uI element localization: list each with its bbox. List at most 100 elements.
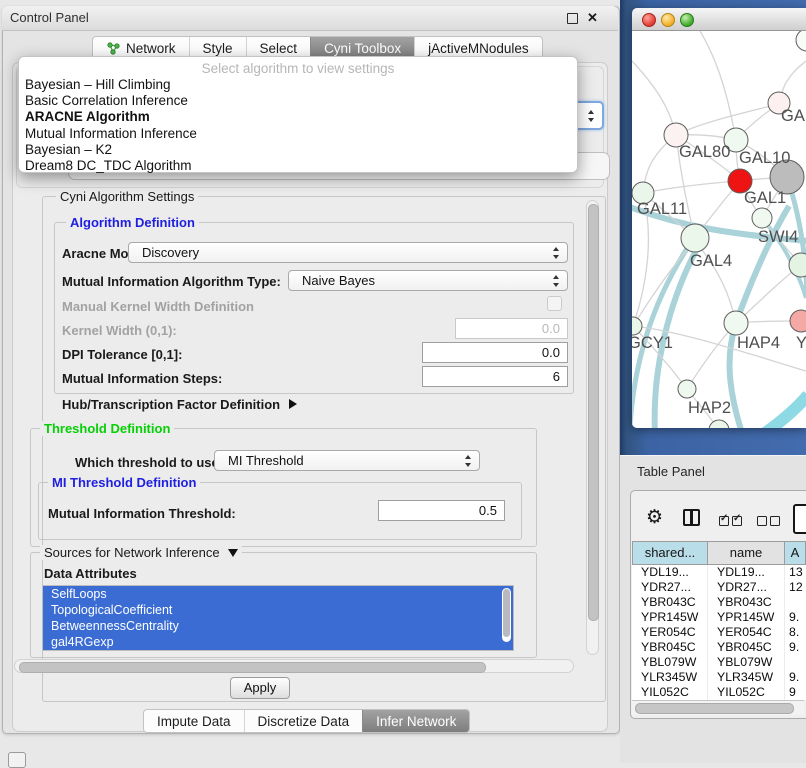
table-cell[interactable]: YDL19... [632,565,708,580]
table-row[interactable]: YDR27...YDR27...12 [632,580,806,595]
table-cell[interactable] [785,655,806,670]
dpi-tolerance-label: DPI Tolerance [0,1]: [62,347,182,362]
table-cell[interactable]: YLR345W [708,670,785,685]
control-panel-titlebar[interactable] [2,6,618,31]
table-row[interactable]: YPR145WYPR145W9. [632,610,806,625]
table-cell[interactable]: YDR27... [708,580,785,595]
table-row[interactable]: YBL079WYBL079W [632,655,806,670]
algorithm-option[interactable]: Mutual Information Inference [19,126,577,142]
select-all-columns-icon[interactable] [719,513,745,531]
network-node-SWI4[interactable] [752,208,772,228]
control-panel-title: Control Panel [10,10,89,25]
settings-vertical-scrollbar[interactable] [586,200,599,655]
mi-threshold-field[interactable]: 0.5 [378,500,505,521]
attribute-item-selected[interactable]: TopologicalCoefficient [43,602,513,618]
close-icon[interactable]: ✕ [587,10,598,26]
table-row[interactable]: YIL052CYIL052C9 [632,685,806,700]
network-node-label: GAL11 [637,200,687,218]
minimize-traffic-light-icon[interactable] [661,13,675,27]
table-cell[interactable]: YPR145W [708,610,785,625]
network-node-label: HAP2 [688,399,731,417]
table-row[interactable]: YER054CYER054C8. [632,625,806,640]
document-icon[interactable] [793,504,806,534]
table-cell[interactable]: YBR045C [708,640,785,655]
algorithm-option[interactable]: ARACNE Algorithm [19,109,577,125]
network-node-Y-cut[interactable] [790,310,806,332]
attribute-item-selected[interactable]: SelfLoops [43,586,513,602]
table-cell[interactable]: 13 [785,565,806,580]
column-header-name[interactable]: name [708,541,785,565]
network-edge [632,61,676,135]
algorithm-option[interactable]: Basic Correlation Inference [19,93,577,109]
table-cell[interactable]: 8. [785,625,806,640]
table-cell[interactable]: YIL052C [632,685,708,700]
attributes-scrollbar[interactable] [502,588,511,642]
data-attributes-label: Data Attributes [44,566,137,581]
table-cell[interactable]: 12 [785,580,806,595]
scrollbar-thumb[interactable] [19,662,486,673]
algorithm-option[interactable]: Bayesian – Hill Climbing [19,77,577,93]
attribute-item-selected[interactable]: gal4RGexp [43,634,513,650]
split-columns-icon[interactable] [683,509,700,526]
table-cell[interactable]: YER054C [632,625,708,640]
data-attributes-list[interactable]: SelfLoopsTopologicalCoefficientBetweenne… [42,585,514,651]
tab-discretize-data[interactable]: Discretize Data [244,710,363,732]
collapsed-panel-button[interactable] [8,752,26,768]
deselect-all-columns-icon[interactable] [757,513,783,531]
table-cell[interactable]: YBL079W [632,655,708,670]
close-traffic-light-icon[interactable] [642,13,656,27]
network-node-edge-node-top[interactable] [796,31,806,51]
tab-infer-network[interactable]: Infer Network [362,710,469,732]
network-node-GAL4[interactable] [681,224,709,252]
table-cell[interactable] [785,595,806,610]
column-header-partial[interactable]: A [785,541,806,565]
attribute-item-selected[interactable]: BetweennessCentrality [43,618,513,634]
float-window-icon[interactable] [567,13,578,24]
scrollbar-thumb[interactable] [588,204,599,621]
table-cell[interactable]: 9. [785,610,806,625]
kernel-width-field[interactable]: 0.0 [455,318,568,339]
gear-icon[interactable]: ⚙ [646,506,663,528]
table-cell[interactable]: YER054C [708,625,785,640]
network-node-GCY1[interactable] [632,317,642,335]
network-canvas[interactable]: GALGAL80GAL10GAL1GAL11SWI4GAL4GCY1HAP4YH… [632,31,806,428]
apply-button[interactable]: Apply [230,677,290,699]
which-threshold-combobox[interactable]: MI Threshold [214,450,480,471]
table-cell[interactable]: YBL079W [708,655,785,670]
algorithm-option[interactable]: Bayesian – K2 [19,142,577,158]
table-cell[interactable]: YIL052C [708,685,785,700]
table-horizontal-scrollbar[interactable] [632,700,804,715]
table-cell[interactable]: YLR345W [632,670,708,685]
dpi-tolerance-field[interactable]: 0.0 [422,342,568,363]
scrollbar-thumb[interactable] [635,703,794,714]
mi-type-combobox[interactable]: Naive Bayes [288,270,568,291]
network-node-HAP2[interactable] [678,380,696,398]
sources-group-title[interactable]: Sources for Network Inference [40,545,242,560]
mi-steps-field[interactable]: 6 [422,366,568,387]
table-cell[interactable]: 9 [785,685,806,700]
table-row[interactable]: YLR345WYLR345W9. [632,670,806,685]
mi-threshold-label: Mutual Information Threshold: [48,506,236,521]
table-cell[interactable]: 9. [785,640,806,655]
table-row[interactable]: YBR043CYBR043C [632,595,806,610]
manual-kernel-checkbox[interactable] [547,296,562,311]
table-cell[interactable]: YDL19... [708,565,785,580]
tab-impute-data[interactable]: Impute Data [144,710,244,732]
settings-horizontal-scrollbar[interactable] [14,659,574,673]
table-cell[interactable]: YBR043C [632,595,708,610]
hub-definition-toggle[interactable]: Hub/Transcription Factor Definition [62,397,297,412]
table-cell[interactable]: YBR045C [632,640,708,655]
table-cell[interactable]: 9. [785,670,806,685]
algorithm-option[interactable]: Dream8 DC_TDC Algorithm [19,158,577,174]
table-cell[interactable]: YPR145W [632,610,708,625]
table-cell[interactable]: YBR043C [708,595,785,610]
network-node-HAP4[interactable] [724,311,748,335]
table-cell[interactable]: YDR27... [632,580,708,595]
column-header-shared[interactable]: shared... [632,541,708,565]
table-row[interactable]: YDL19...YDL19...13 [632,565,806,580]
network-window-titlebar[interactable] [632,8,806,31]
aracne-mode-combobox[interactable]: Discovery [128,242,568,263]
zoom-traffic-light-icon[interactable] [680,13,694,27]
combo-arrows-icon [465,455,472,467]
table-row[interactable]: YBR045CYBR045C9. [632,640,806,655]
